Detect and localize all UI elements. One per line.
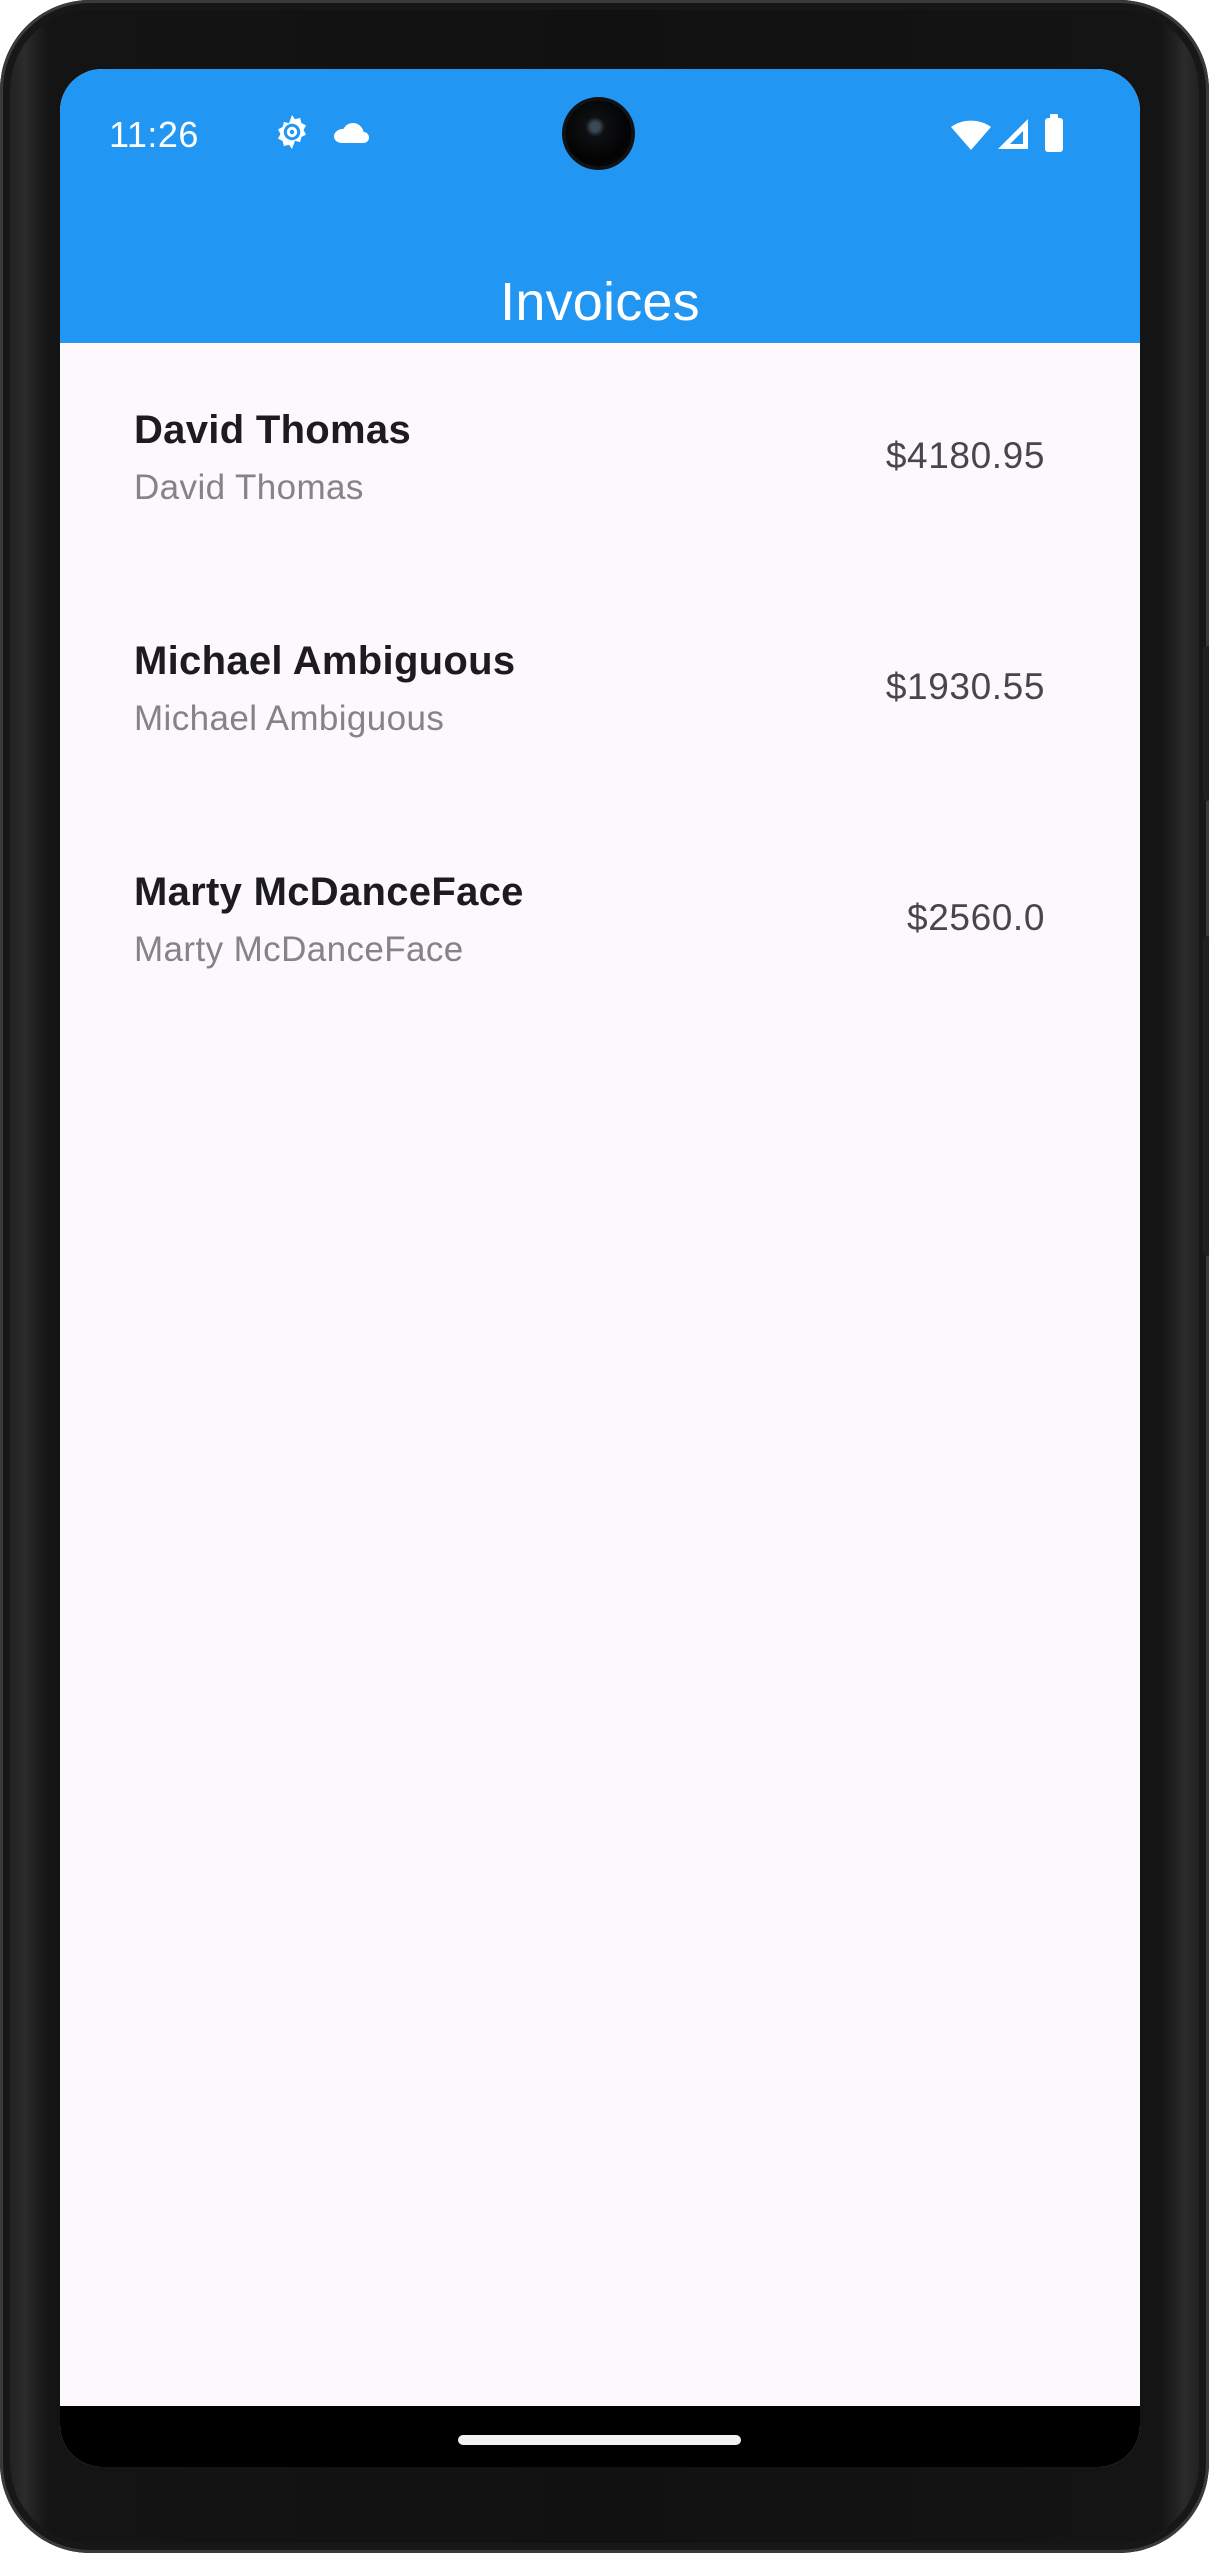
page-title: Invoices <box>500 272 700 333</box>
app-bar: 11:26 Invoices <box>60 69 1140 343</box>
invoice-customer-subtitle: Michael Ambiguous <box>134 699 445 738</box>
phone-device: 11:26 Invoices David Thomas David Thomas… <box>0 0 1209 2553</box>
settings-icon <box>278 115 306 149</box>
invoice-list: David Thomas David Thomas $4180.95 Micha… <box>60 343 1140 1036</box>
invoice-amount: $2560.0 <box>907 897 1045 938</box>
front-camera-icon <box>565 100 632 167</box>
invoice-item-david-thomas[interactable]: David Thomas David Thomas $4180.95 <box>60 343 1140 574</box>
gesture-navigation-bar <box>60 2406 1140 2467</box>
invoice-customer-name: David Thomas <box>134 408 411 452</box>
status-bar: 11:26 <box>60 69 1140 199</box>
cloud-icon <box>334 123 369 143</box>
invoice-customer-name: Marty McDanceFace <box>134 870 524 914</box>
invoice-customer-subtitle: Marty McDanceFace <box>134 930 464 969</box>
home-indicator[interactable] <box>458 2435 741 2445</box>
cellular-signal-icon <box>998 119 1028 149</box>
app-screen: 11:26 Invoices David Thomas David Thomas… <box>60 69 1140 2467</box>
invoice-customer-name: Michael Ambiguous <box>134 639 516 683</box>
invoice-item-marty-mcdanceface[interactable]: Marty McDanceFace Marty McDanceFace $256… <box>60 805 1140 1036</box>
invoice-amount: $1930.55 <box>885 666 1045 707</box>
wifi-icon <box>951 120 991 150</box>
status-time: 11:26 <box>109 114 199 155</box>
volume-button <box>1203 646 1209 801</box>
invoice-amount: $4180.95 <box>885 435 1045 476</box>
power-button <box>1203 936 1209 1256</box>
invoice-customer-subtitle: David Thomas <box>134 468 364 507</box>
battery-icon <box>1045 114 1063 152</box>
invoice-item-michael-ambiguous[interactable]: Michael Ambiguous Michael Ambiguous $193… <box>60 574 1140 805</box>
